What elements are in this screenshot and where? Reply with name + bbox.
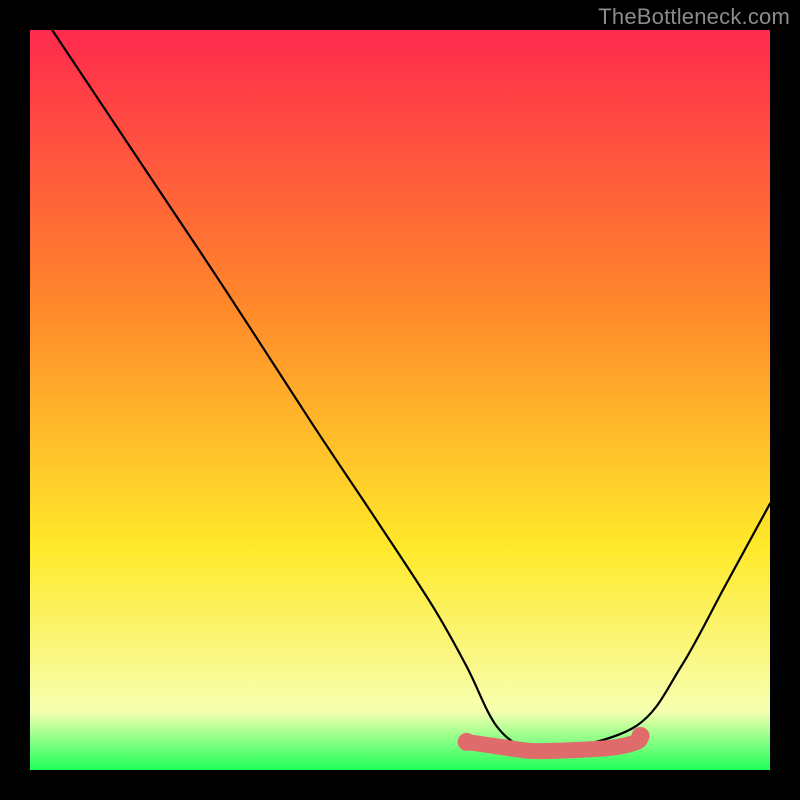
- gradient-background: [30, 30, 770, 770]
- watermark-label: TheBottleneck.com: [598, 4, 790, 30]
- flat-zone-dot-right: [632, 727, 650, 745]
- flat-zone-dot-left: [458, 733, 476, 751]
- chart-stage: TheBottleneck.com: [0, 0, 800, 800]
- bottleneck-chart: [30, 30, 770, 770]
